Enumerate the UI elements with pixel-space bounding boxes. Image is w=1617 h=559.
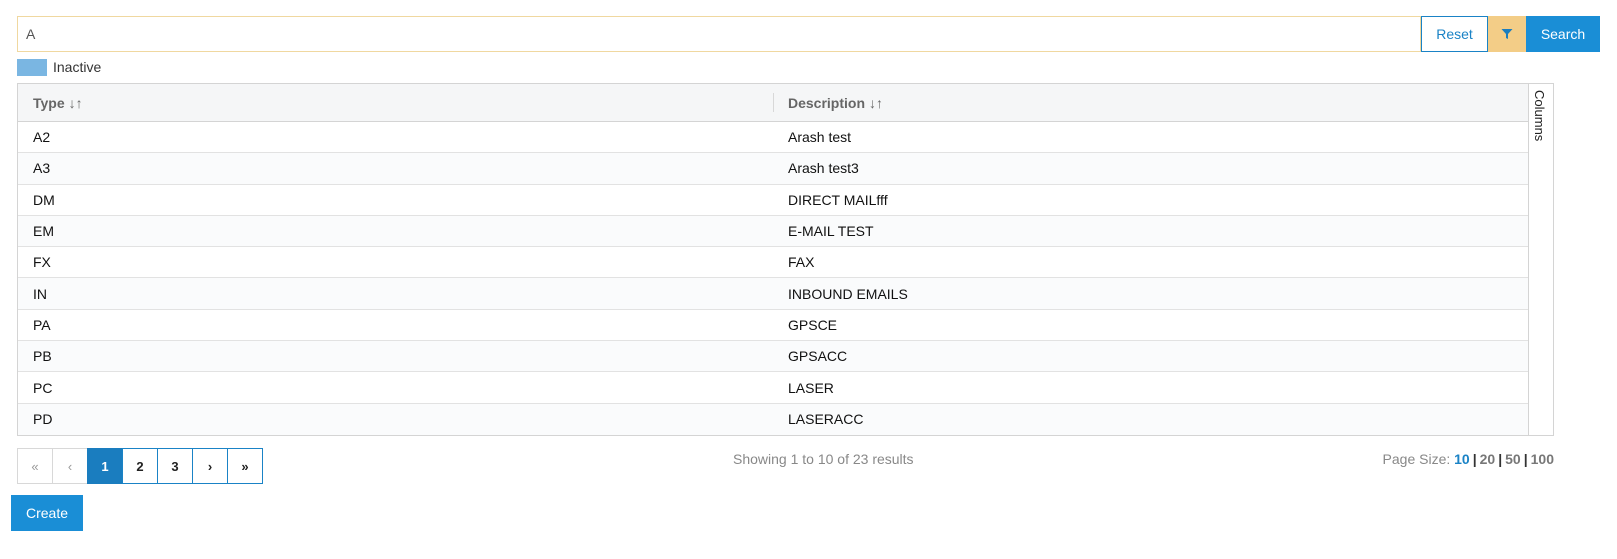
- page-button-1[interactable]: 1: [87, 448, 123, 484]
- inactive-swatch: [17, 58, 47, 76]
- table-row[interactable]: PC LASER: [18, 372, 1529, 404]
- column-divider[interactable]: [773, 93, 774, 112]
- cell-type: PD: [33, 411, 53, 428]
- table-row[interactable]: A3 Arash test3: [18, 153, 1529, 185]
- page-size-selector: Page Size: 10 | 20 | 50 | 100: [1382, 451, 1554, 467]
- cell-description: GPSCE: [788, 316, 838, 333]
- page-size-option-20[interactable]: 20: [1480, 451, 1496, 467]
- cell-type: EM: [33, 223, 54, 240]
- page-size-option-50[interactable]: 50: [1505, 451, 1521, 467]
- reset-button[interactable]: Reset: [1421, 16, 1488, 52]
- cell-description: DIRECT MAILfff: [788, 191, 888, 208]
- cell-description: LASER: [788, 379, 834, 396]
- cell-type: A3: [33, 160, 51, 177]
- cell-type: PA: [33, 316, 51, 333]
- cell-description: LASERACC: [788, 411, 864, 428]
- table-row[interactable]: DM DIRECT MAILfff: [18, 185, 1529, 216]
- column-header-label: Description: [788, 94, 866, 111]
- data-grid: Type ↓↑ Description ↓↑ A2 Arash test A3 Aras…: [17, 83, 1554, 436]
- cell-type: PB: [33, 348, 52, 365]
- last-page-button[interactable]: »: [227, 448, 263, 484]
- table-row[interactable]: PA GPSCE: [18, 310, 1529, 342]
- table-row[interactable]: A2 Arash test: [18, 122, 1529, 154]
- page-size-label: Page Size:: [1382, 451, 1451, 467]
- cell-description: Arash test: [788, 129, 852, 146]
- create-button[interactable]: Create: [11, 495, 83, 531]
- search-button[interactable]: Search: [1526, 16, 1600, 52]
- column-header-description[interactable]: Description ↓↑: [788, 95, 883, 111]
- cell-type: DM: [33, 191, 55, 208]
- page-button-3[interactable]: 3: [157, 448, 193, 484]
- page-size-option-100[interactable]: 100: [1531, 451, 1554, 467]
- pagination: « ‹ 1 2 3 › »: [17, 448, 263, 484]
- sort-icon: ↓↑: [68, 94, 83, 111]
- cell-description: Arash test3: [788, 160, 859, 177]
- cell-description: FAX: [788, 254, 815, 271]
- column-header-label: Type: [33, 94, 65, 111]
- first-page-button[interactable]: «: [17, 448, 53, 484]
- columns-tab-label: Columns: [1532, 90, 1547, 142]
- cell-type: FX: [33, 254, 51, 271]
- page-button-2[interactable]: 2: [122, 448, 158, 484]
- cell-description: INBOUND EMAILS: [788, 285, 908, 302]
- grid-header: Type ↓↑ Description ↓↑: [18, 84, 1529, 122]
- column-header-type[interactable]: Type ↓↑: [33, 95, 83, 111]
- sort-icon: ↓↑: [869, 94, 884, 111]
- search-bar: Reset Search: [17, 16, 1600, 52]
- prev-page-button[interactable]: ‹: [52, 448, 88, 484]
- columns-panel-tab[interactable]: Columns: [1528, 84, 1553, 154]
- page-size-option-10[interactable]: 10: [1454, 451, 1470, 467]
- table-row[interactable]: PD LASERACC: [18, 403, 1529, 435]
- legend-label: Inactive: [53, 59, 102, 75]
- funnel-icon: [1501, 29, 1513, 39]
- columns-panel-rail: [1528, 153, 1553, 435]
- legend: Inactive: [17, 58, 101, 76]
- table-row[interactable]: PB GPSACC: [18, 341, 1529, 373]
- grid-body: A2 Arash test A3 Arash test3 DM DIRECT MAIL…: [18, 122, 1553, 435]
- search-input[interactable]: [17, 16, 1421, 52]
- next-page-button[interactable]: ›: [192, 448, 228, 484]
- cell-type: IN: [33, 285, 47, 302]
- cell-type: A2: [33, 129, 51, 146]
- table-row[interactable]: EM E-MAIL TEST: [18, 215, 1529, 248]
- cell-type: PC: [33, 379, 53, 396]
- table-row[interactable]: FX FAX: [18, 247, 1529, 279]
- results-summary: Showing 1 to 10 of 23 results: [733, 451, 914, 467]
- filter-button[interactable]: [1488, 16, 1526, 52]
- table-row[interactable]: IN INBOUND EMAILS: [18, 278, 1529, 310]
- cell-description: GPSACC: [788, 348, 848, 365]
- cell-description: E-MAIL TEST: [788, 223, 874, 240]
